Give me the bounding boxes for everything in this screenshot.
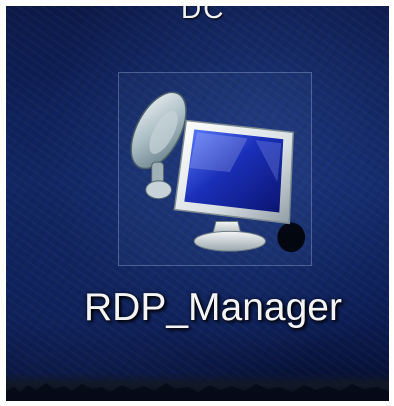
- partial-desktop-icon-label[interactable]: DC: [181, 6, 225, 25]
- rdp-manager-desktop-icon[interactable]: RDP_Manager: [68, 72, 358, 342]
- monitor-icon: [173, 119, 294, 252]
- icon-label[interactable]: RDP_Manager: [68, 286, 358, 330]
- desktop-wallpaper: DC RDP_Manager: [6, 6, 389, 401]
- wallpaper-bottom-silhouette: [6, 373, 389, 401]
- icon-selection-frame[interactable]: [118, 72, 312, 266]
- remote-desktop-monitor-icon: [130, 91, 306, 253]
